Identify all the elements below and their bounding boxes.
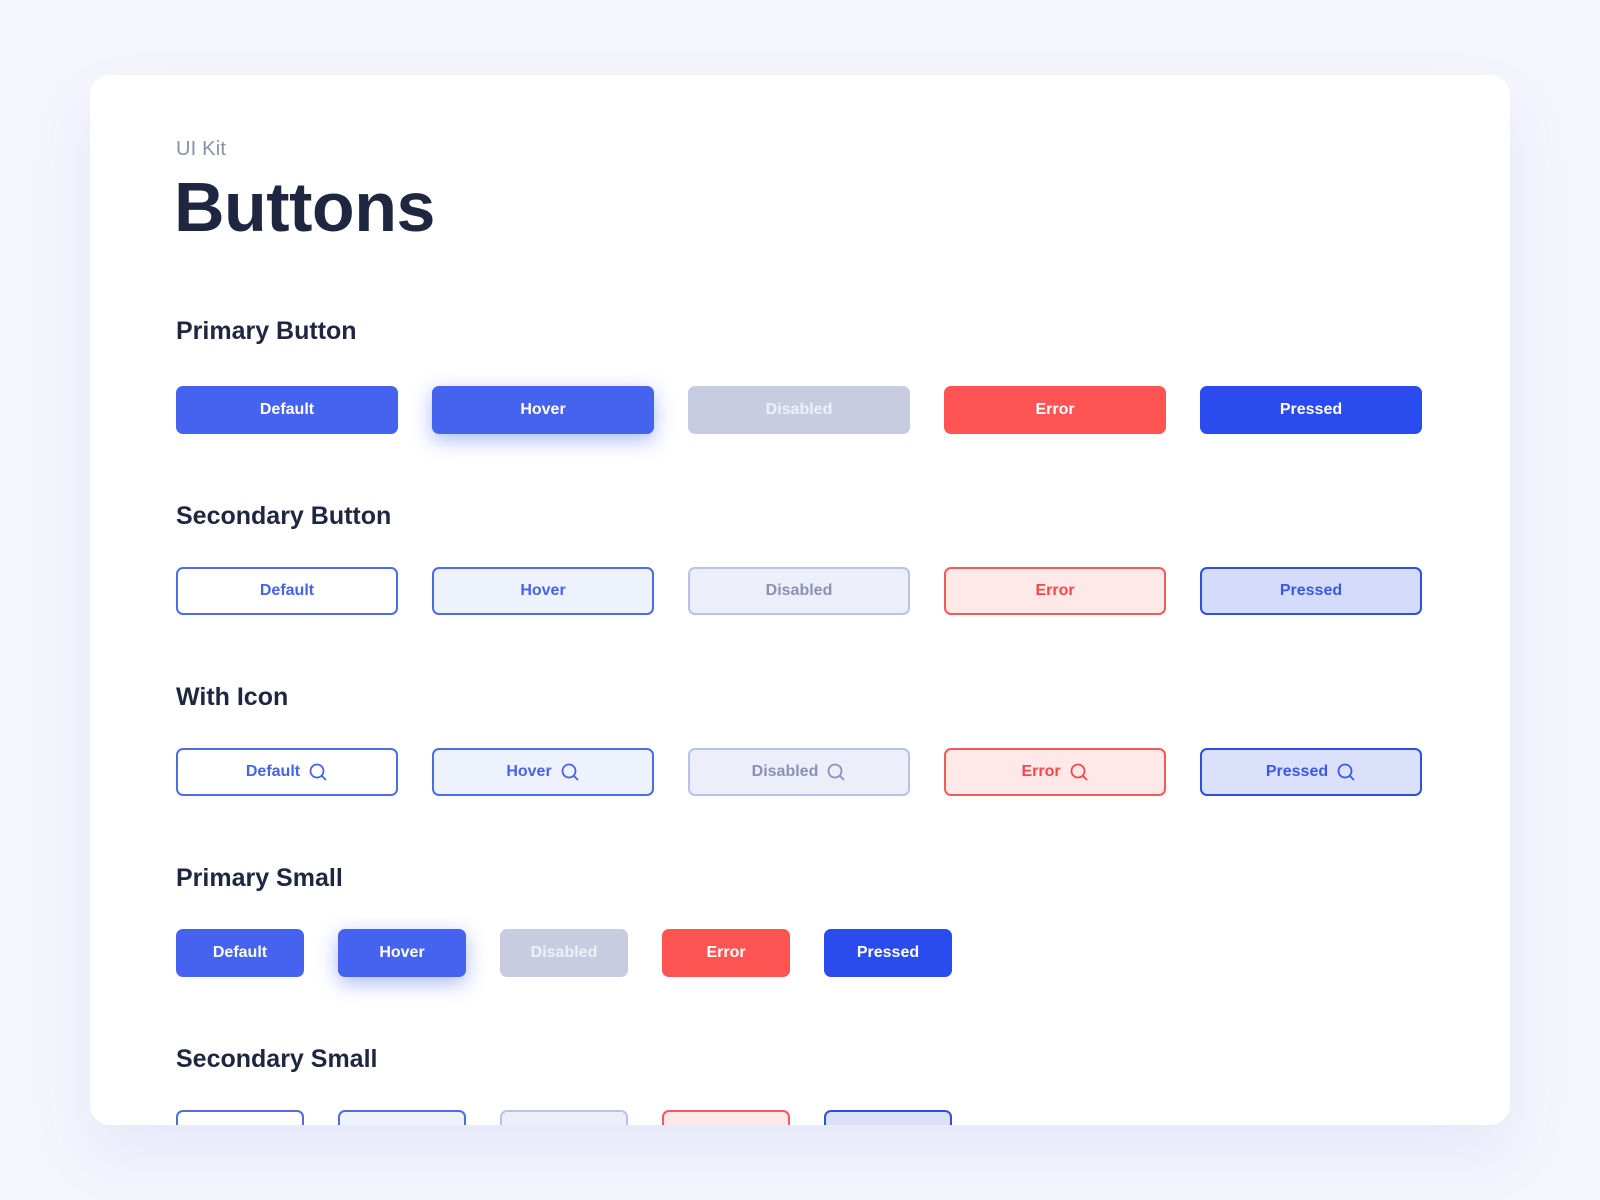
primary-small-error-button[interactable]: Error: [662, 929, 790, 977]
primary-disabled-button: Disabled: [688, 386, 910, 434]
secondary-small-default-button[interactable]: [176, 1110, 304, 1125]
secondary-small-disabled-button: [500, 1110, 628, 1125]
secondary-pressed-button[interactable]: Pressed: [1200, 567, 1422, 615]
section-title-secondary-small: Secondary Small: [176, 1045, 378, 1073]
primary-default-button[interactable]: Default: [176, 386, 398, 434]
icon-error-button[interactable]: Error: [944, 748, 1166, 796]
search-icon: [1069, 762, 1089, 782]
section-title-primary-small: Primary Small: [176, 864, 343, 892]
secondary-hover-button[interactable]: Hover: [432, 567, 654, 615]
primary-small-hover-button[interactable]: Hover: [338, 929, 466, 977]
primary-small-row: Default Hover Disabled Error Pressed: [176, 929, 952, 977]
ui-kit-card: UI Kit Buttons Primary Button Default Ho…: [90, 75, 1510, 1125]
secondary-error-button[interactable]: Error: [944, 567, 1166, 615]
button-label: Disabled: [751, 763, 819, 780]
secondary-default-button[interactable]: Default: [176, 567, 398, 615]
search-icon: [560, 762, 580, 782]
secondary-button-row: Default Hover Disabled Error Pressed: [176, 567, 1422, 615]
button-label: Hover: [506, 763, 552, 780]
icon-default-button[interactable]: Default: [176, 748, 398, 796]
icon-disabled-button: Disabled: [688, 748, 910, 796]
search-icon: [308, 762, 328, 782]
secondary-small-pressed-button[interactable]: [824, 1110, 952, 1125]
primary-button-row: Default Hover Disabled Error Pressed: [176, 386, 1422, 434]
icon-hover-button[interactable]: Hover: [432, 748, 654, 796]
primary-small-default-button[interactable]: Default: [176, 929, 304, 977]
secondary-small-error-button[interactable]: [662, 1110, 790, 1125]
button-label: Error: [1021, 763, 1061, 780]
eyebrow-label: UI Kit: [176, 138, 227, 160]
primary-small-disabled-button: Disabled: [500, 929, 628, 977]
search-icon: [826, 762, 846, 782]
secondary-disabled-button: Disabled: [688, 567, 910, 615]
section-title-primary: Primary Button: [176, 317, 357, 345]
button-label: Default: [245, 763, 301, 780]
secondary-small-hover-button[interactable]: [338, 1110, 466, 1125]
primary-pressed-button[interactable]: Pressed: [1200, 386, 1422, 434]
secondary-small-row: [176, 1110, 952, 1125]
primary-error-button[interactable]: Error: [944, 386, 1166, 434]
search-icon: [1336, 762, 1356, 782]
icon-pressed-button[interactable]: Pressed: [1200, 748, 1422, 796]
icon-button-row: Default Hover Disabled Error Pressed: [176, 748, 1422, 796]
page-title: Buttons: [174, 168, 435, 246]
section-title-with-icon: With Icon: [176, 683, 289, 711]
button-label: Pressed: [1265, 763, 1329, 780]
primary-hover-button[interactable]: Hover: [432, 386, 654, 434]
section-title-secondary: Secondary Button: [176, 502, 392, 530]
primary-small-pressed-button[interactable]: Pressed: [824, 929, 952, 977]
